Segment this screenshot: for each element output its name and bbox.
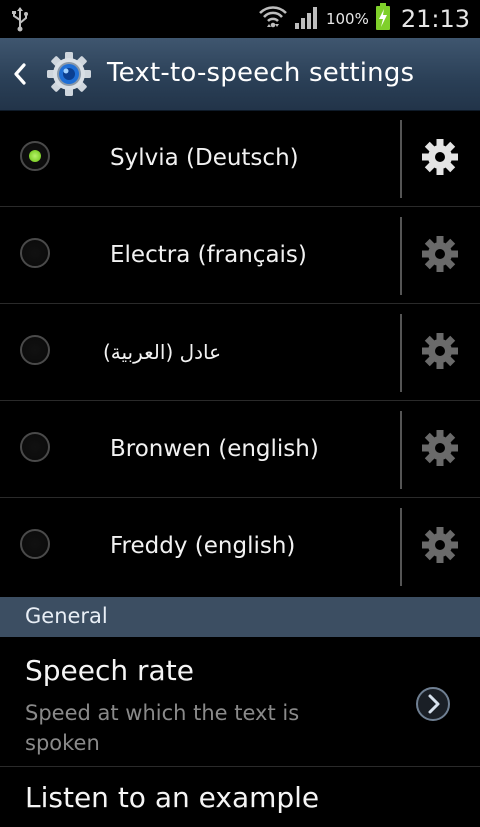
clock: 21:13 — [400, 5, 470, 33]
radio-button[interactable] — [20, 335, 50, 365]
row-divider — [400, 314, 402, 392]
battery-charging-icon — [375, 3, 391, 35]
listen-example-item[interactable]: Listen to an example — [0, 767, 480, 827]
listen-example-title: Listen to an example — [25, 781, 320, 814]
engine-settings-gear-icon[interactable] — [420, 331, 460, 371]
status-bar: 100% 21:13 — [0, 0, 480, 38]
tts-engine-list: Sylvia (Deutsch) Electra (français) عادل… — [0, 110, 480, 594]
chevron-right-circle-icon[interactable] — [415, 686, 451, 726]
row-divider — [400, 120, 402, 198]
engine-row-freddy[interactable]: Freddy (english) — [0, 498, 480, 594]
engine-label: عادل (العربية) — [103, 340, 222, 364]
engine-settings-gear-icon[interactable] — [420, 234, 460, 274]
action-bar: Text-to-speech settings — [0, 38, 480, 111]
engine-row-electra[interactable]: Electra (français) — [0, 207, 480, 304]
battery-percent: 100% — [325, 10, 369, 28]
signal-icon — [294, 4, 320, 34]
chevron-left-icon[interactable] — [12, 63, 28, 89]
engine-settings-gear-icon[interactable] — [420, 428, 460, 468]
page-title: Text-to-speech settings — [107, 58, 415, 88]
usb-icon — [10, 6, 30, 36]
section-header-general: General — [0, 597, 480, 637]
section-header-label: General — [25, 604, 108, 628]
engine-label: Freddy (english) — [110, 533, 296, 559]
settings-gear-icon[interactable] — [46, 51, 92, 101]
row-divider — [400, 217, 402, 295]
engine-settings-gear-icon[interactable] — [420, 525, 460, 565]
engine-row-adel[interactable]: عادل (العربية) — [0, 304, 480, 401]
radio-button[interactable] — [20, 432, 50, 462]
wifi-icon — [258, 4, 288, 34]
engine-label: Bronwen (english) — [110, 436, 319, 462]
engine-label: Sylvia (Deutsch) — [110, 145, 299, 171]
speech-rate-title: Speech rate — [25, 654, 194, 687]
radio-button[interactable] — [20, 238, 50, 268]
engine-row-bronwen[interactable]: Bronwen (english) — [0, 401, 480, 498]
engine-settings-gear-icon[interactable] — [420, 137, 460, 177]
engine-label: Electra (français) — [110, 242, 307, 268]
speech-rate-item[interactable]: Speech rate Speed at which the text is s… — [0, 638, 480, 767]
radio-button[interactable] — [20, 529, 50, 559]
speech-rate-summary: Speed at which the text is spoken — [25, 701, 300, 755]
row-divider — [400, 411, 402, 489]
engine-row-sylvia[interactable]: Sylvia (Deutsch) — [0, 110, 480, 207]
row-divider — [400, 508, 402, 586]
radio-button-selected[interactable] — [20, 141, 50, 171]
